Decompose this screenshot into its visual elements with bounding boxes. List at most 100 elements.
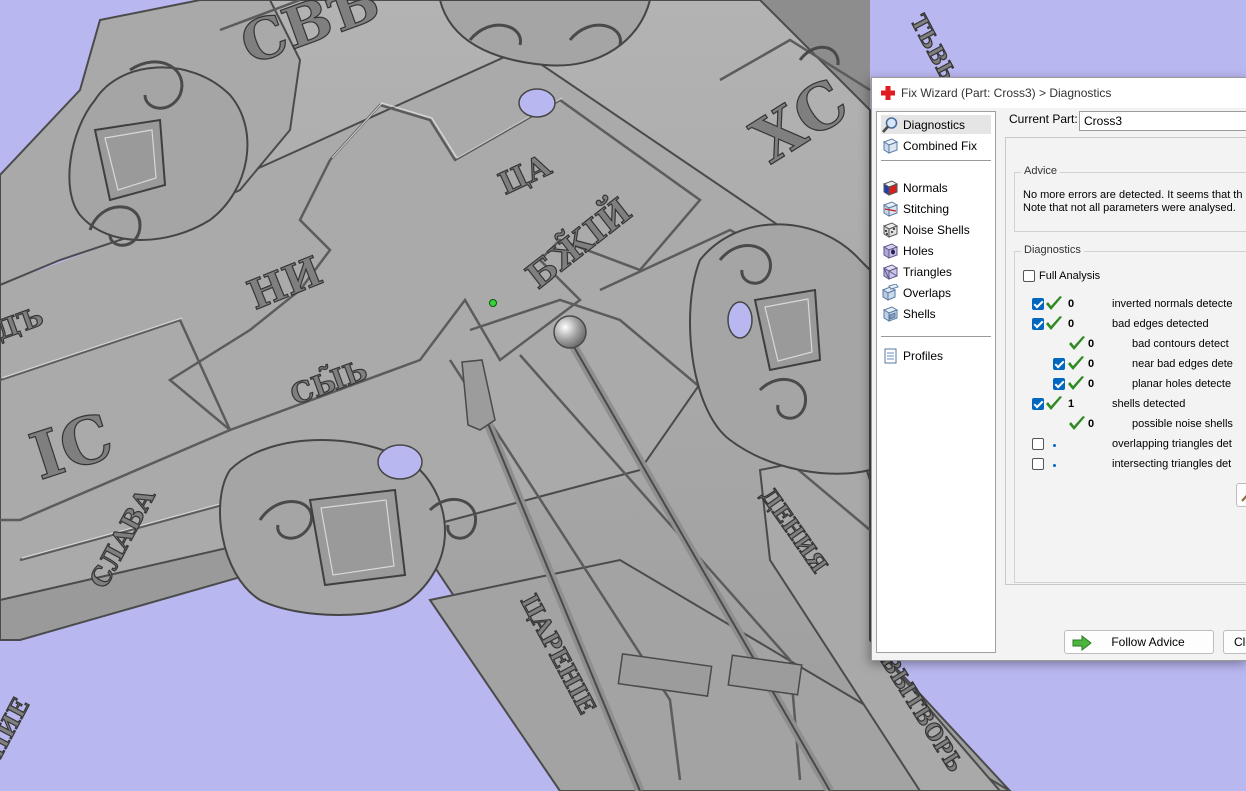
dialog-title: Fix Wizard (Part: Cross3) > Diagnostics: [901, 86, 1112, 100]
current-part-field[interactable]: [1079, 111, 1246, 131]
nav-item-label: Shells: [903, 306, 936, 321]
advice-group-label: Advice: [1021, 165, 1061, 177]
diagnostic-count: 0: [1088, 378, 1095, 390]
diagnostic-row: overlapping triangles det: [1015, 435, 1246, 455]
diagnostic-checkbox[interactable]: [1053, 358, 1065, 370]
nav-item-combined-fix[interactable]: Combined Fix: [881, 136, 991, 155]
diagnostic-count: 0: [1088, 338, 1095, 350]
dialog-titlebar[interactable]: Fix Wizard (Part: Cross3) > Diagnostics: [872, 78, 1246, 108]
shells-icon: [881, 305, 899, 323]
fix-wizard-dialog: Fix Wizard (Part: Cross3) > Diagnostics …: [871, 77, 1246, 661]
diagnostic-checkbox[interactable]: [1032, 318, 1044, 330]
nav-item-label: Normals: [903, 180, 948, 195]
nav-item-noise-shells[interactable]: Noise Shells: [881, 220, 991, 239]
green-check-icon: [1068, 356, 1084, 370]
advice-group: Advice No more errors are detected. It s…: [1014, 165, 1246, 232]
stitching-cube-icon: [881, 200, 899, 218]
diagnostic-count: 1: [1068, 398, 1075, 410]
nav-item-holes[interactable]: Holes: [881, 241, 991, 260]
diagnostic-checkbox[interactable]: [1032, 398, 1044, 410]
pick-point-marker: [489, 299, 497, 307]
nav-separator: [881, 160, 991, 161]
nav-item-label: Diagnostics: [903, 117, 966, 132]
diagnostic-row: 0 inverted normals detecte: [1015, 295, 1246, 315]
nav-item-profiles[interactable]: Profiles: [881, 346, 991, 365]
diagnostic-count: 0: [1088, 418, 1095, 430]
nav-item-triangles[interactable]: Triangles: [881, 262, 991, 281]
diagnostic-row: 0 bad contours detect: [1015, 335, 1246, 355]
green-check-icon: [1068, 376, 1084, 390]
nav-item-label: Profiles: [903, 348, 944, 363]
green-check-icon: [1046, 396, 1062, 410]
nav-item-stitching[interactable]: Stitching: [881, 199, 991, 218]
diagnostic-checkbox[interactable]: [1032, 438, 1044, 450]
full-analysis-checkbox[interactable]: [1023, 270, 1035, 282]
follow-advice-label: Follow Advice: [1111, 635, 1185, 649]
diagnostic-checkbox[interactable]: [1032, 298, 1044, 310]
nav-item-label: Noise Shells: [903, 222, 970, 237]
diagnostic-label: inverted normals detecte: [1112, 298, 1233, 310]
magic-wand-icon: [1241, 494, 1246, 502]
nav-item-label: Combined Fix: [903, 138, 978, 153]
current-part-label: Current Part:: [1009, 112, 1078, 126]
follow-advice-button[interactable]: Follow Advice: [1064, 630, 1214, 654]
diagnostic-row: 0 planar holes detecte: [1015, 375, 1246, 395]
normals-cube-icon: [881, 179, 899, 197]
nav-item-diagnostics[interactable]: Diagnostics: [881, 115, 991, 134]
close-label: Clo: [1234, 635, 1246, 649]
full-analysis-option[interactable]: Full Analysis: [1023, 270, 1100, 282]
nav-item-overlaps[interactable]: Overlaps: [881, 283, 991, 302]
nav-item-label: Stitching: [903, 201, 950, 216]
diagnostic-count: 0: [1068, 318, 1075, 330]
diagnostic-label: intersecting triangles det: [1112, 458, 1232, 470]
green-check-icon: [1069, 416, 1085, 430]
diagnostic-row: 0 near bad edges dete: [1015, 355, 1246, 375]
diagnostics-panel: Advice No more errors are detected. It s…: [1005, 137, 1246, 585]
diagnostic-checkbox[interactable]: [1032, 458, 1044, 470]
diagnostics-group-label: Diagnostics: [1021, 244, 1084, 256]
advice-line-1: No more errors are detected. It seems th…: [1023, 189, 1243, 201]
holes-cube-icon: [881, 242, 899, 260]
advice-text: No more errors are detected. It seems th…: [1023, 189, 1242, 215]
overlaps-icon: [881, 283, 899, 302]
fix-wizard-nav: Diagnostics Combined Fix Normals Stitchi…: [876, 111, 996, 653]
cross-body: [0, 0, 1012, 791]
green-check-icon: [1046, 316, 1062, 330]
green-check-icon: [1046, 296, 1062, 310]
diagnostic-label: overlapping triangles det: [1112, 438, 1232, 450]
diagnostic-label: near bad edges dete: [1132, 358, 1233, 370]
magic-wand-button[interactable]: [1236, 483, 1246, 507]
diagnostic-label: planar holes detecte: [1132, 378, 1232, 390]
nav-item-label: Overlaps: [903, 285, 952, 300]
glyph-right-top: ТЬВЬ: [905, 11, 961, 86]
nav-item-label: Holes: [903, 243, 934, 258]
noise-shells-icon: [881, 221, 899, 239]
diagnostic-label: possible noise shells: [1132, 418, 1233, 430]
diagnostic-count: 0: [1068, 298, 1075, 310]
diagnostic-row: 1 shells detected: [1015, 395, 1246, 415]
diagnostic-label: bad contours detect: [1132, 338, 1229, 350]
diagnostic-label: shells detected: [1112, 398, 1186, 410]
green-arrow-icon: [1072, 635, 1092, 651]
diagnostic-row: 0 bad edges detected: [1015, 315, 1246, 335]
diagnostic-checkbox[interactable]: [1053, 378, 1065, 390]
full-analysis-label: Full Analysis: [1039, 270, 1101, 282]
diagnostics-group: Diagnostics Full Analysis 0 inverted norm…: [1014, 244, 1246, 583]
diagnostic-row: 0 possible noise shells: [1015, 415, 1246, 435]
magnifier-icon: [881, 116, 899, 134]
diagnostic-row: intersecting triangles det: [1015, 455, 1246, 475]
close-button[interactable]: Clo: [1223, 630, 1246, 654]
diagnostic-count: 0: [1088, 358, 1095, 370]
cube-outline-icon: [881, 137, 899, 155]
diagnostic-label: bad edges detected: [1112, 318, 1209, 330]
advice-line-2: Note that not all parameters were analys…: [1023, 202, 1236, 214]
pending-dot-icon: [1053, 464, 1056, 467]
nav-item-shells[interactable]: Shells: [881, 304, 991, 323]
red-cross-icon: [881, 86, 895, 100]
pending-dot-icon: [1053, 444, 1056, 447]
triangles-cube-icon: [881, 263, 899, 281]
nav-item-label: Triangles: [903, 264, 952, 279]
nav-item-normals[interactable]: Normals: [881, 178, 991, 197]
green-check-icon: [1069, 336, 1085, 350]
document-icon: [881, 347, 899, 365]
